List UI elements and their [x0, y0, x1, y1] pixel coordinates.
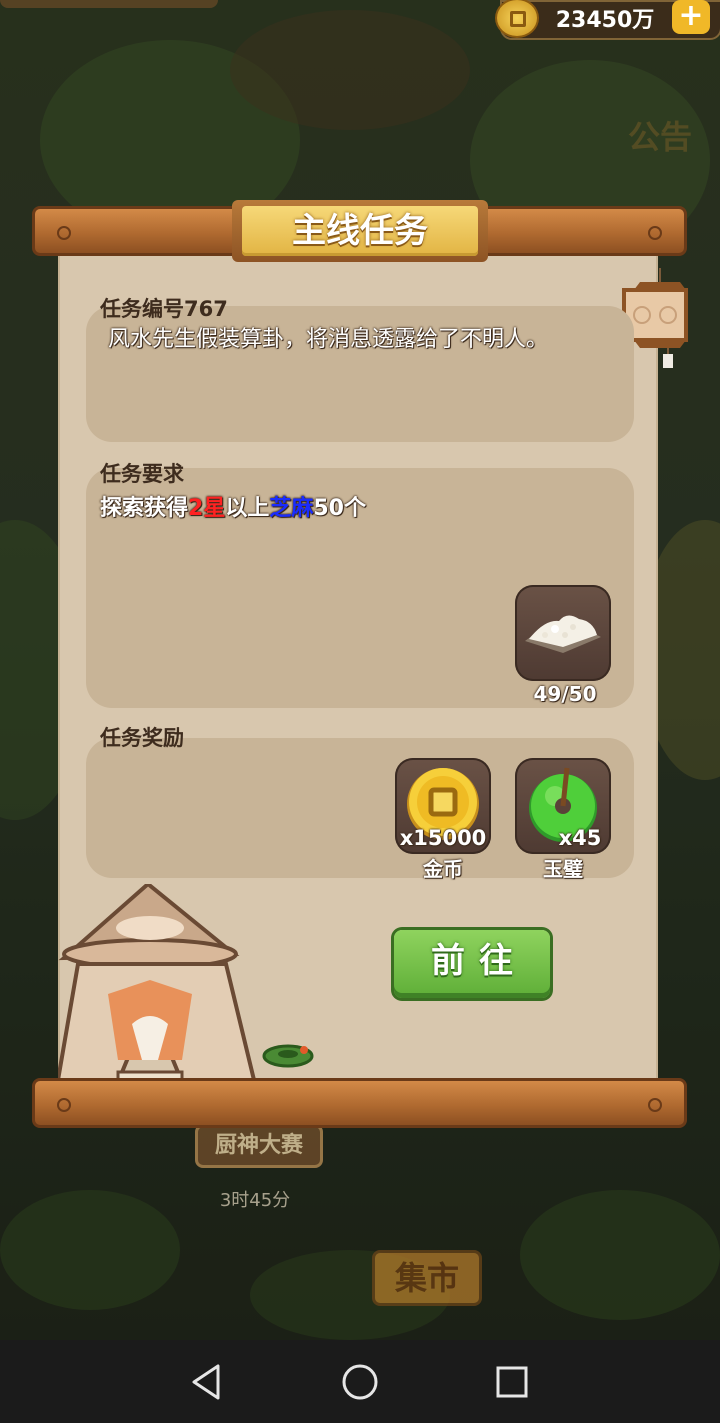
- market-sign[interactable]: 集市: [372, 1250, 482, 1306]
- requirement-progress: 49/50: [533, 682, 597, 706]
- title-plate: 主线任务: [232, 200, 488, 262]
- requirement-middle: 以上: [225, 496, 270, 521]
- requirement-star: 2星: [188, 496, 226, 521]
- requirement-suffix: 50个: [313, 496, 366, 521]
- reward-jade-qty: x45: [558, 826, 602, 850]
- top-left-bar: [0, 0, 218, 8]
- chef-contest-timer: 3时45分: [219, 1190, 291, 1211]
- add-coins-button[interactable]: +: [672, 0, 710, 34]
- sesame-pile-icon: [525, 615, 601, 653]
- system-navbar: [0, 1340, 720, 1423]
- reward-coins-qty: x15000: [399, 826, 487, 850]
- reward-jade-name: 玉璧: [543, 857, 583, 881]
- home-circle-icon[interactable]: [338, 1360, 382, 1404]
- requirement-item-slot[interactable]: [515, 585, 611, 681]
- back-triangle-icon[interactable]: [186, 1360, 230, 1404]
- coin-amount: 23450万: [555, 8, 655, 33]
- task-number-label: 任务编号767: [100, 297, 228, 321]
- requirement-prefix: 探索获得: [100, 496, 189, 521]
- task-description: 风水先生假装算卦，将消息透露给了不明人。: [108, 327, 549, 352]
- requirement-item: 芝麻: [269, 496, 314, 521]
- reward-label: 任务奖励: [100, 726, 184, 750]
- modal-title: 主线任务: [242, 206, 478, 256]
- requirement-label: 任务要求: [100, 462, 184, 486]
- requirement-text: 探索获得2星以上芝麻50个: [100, 490, 366, 522]
- reward-coins-name: 金币: [423, 857, 463, 881]
- scroll-bottom-rod: [32, 1078, 687, 1128]
- recent-square-icon[interactable]: [490, 1360, 534, 1404]
- go-button[interactable]: 前往: [394, 930, 550, 998]
- chef-contest-sign[interactable]: 厨神大赛: [195, 1124, 323, 1168]
